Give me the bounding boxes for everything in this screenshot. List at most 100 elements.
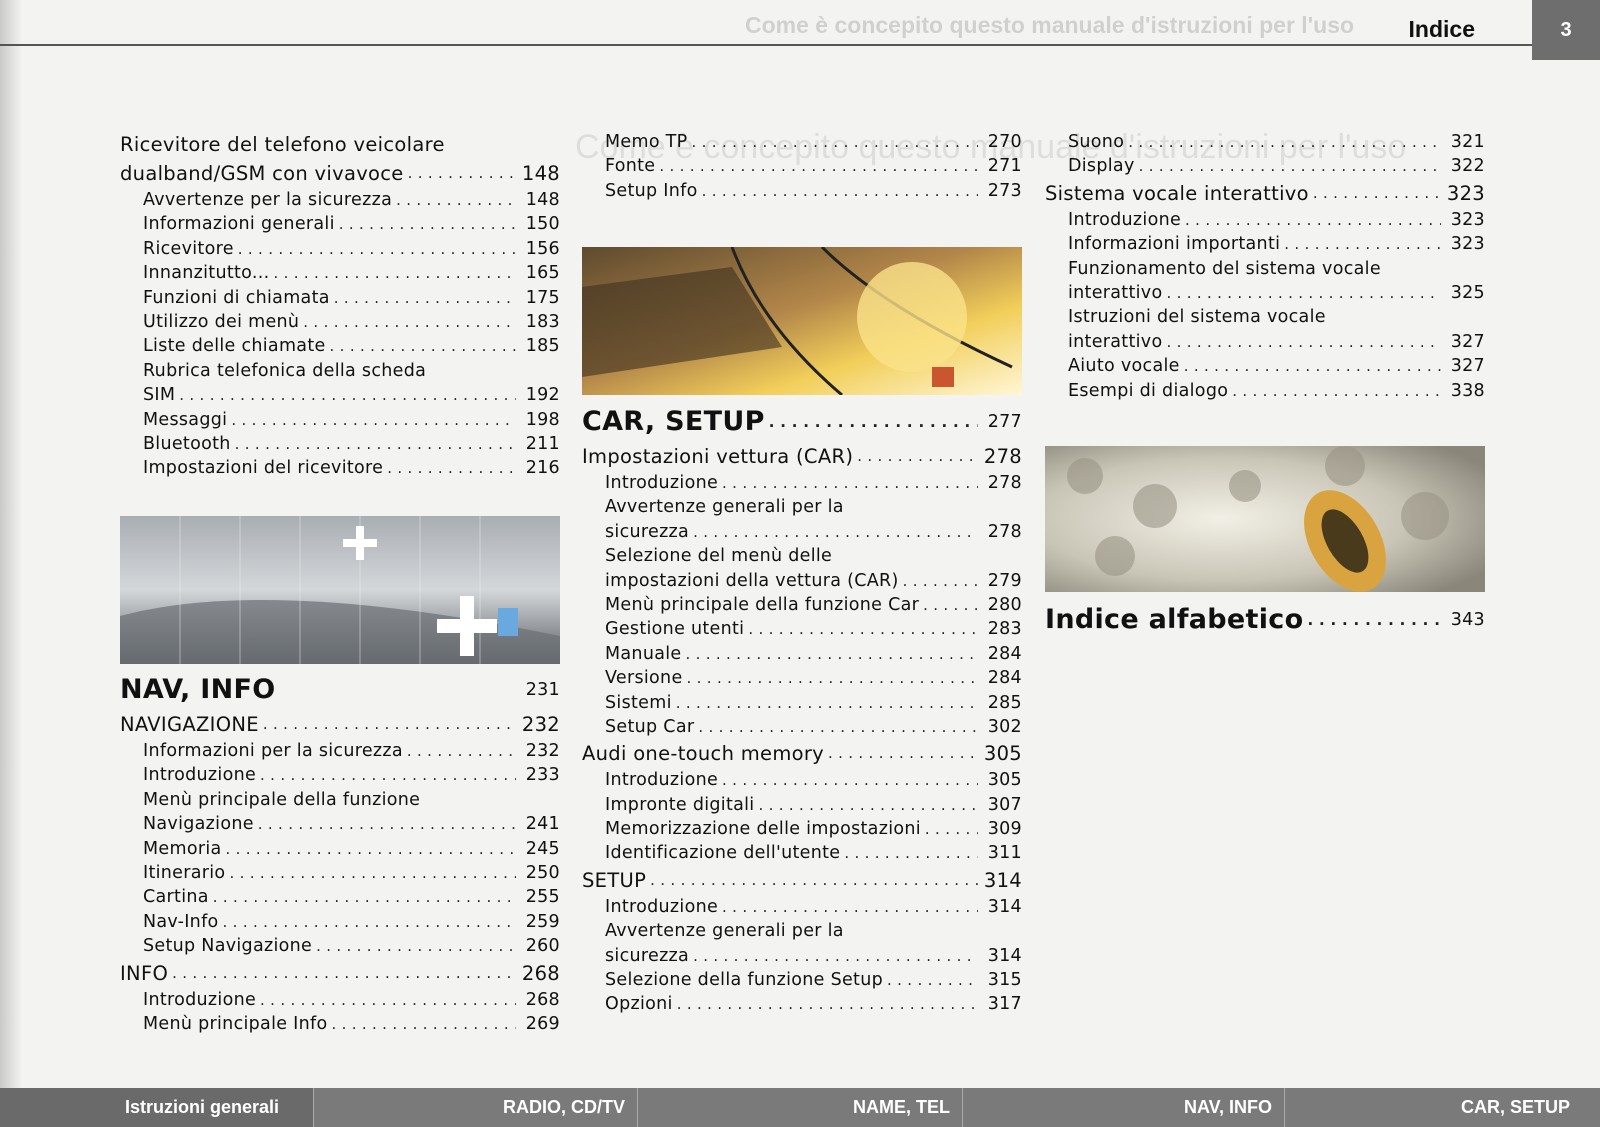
toc-entry[interactable]: Menù principale Info 269 [120, 1012, 560, 1036]
toc-entry[interactable]: Liste delle chiamate 185 [120, 334, 560, 358]
toc-entry[interactable]: Informazioni generali 150 [120, 212, 560, 236]
toc-entry[interactable]: Memorizzazione delle impostazioni 309 [582, 817, 1022, 841]
toc-entry[interactable]: Informazioni importanti 323 [1045, 232, 1485, 256]
tab-istruzioni-generali[interactable]: Istruzioni generali [0, 1088, 314, 1127]
toc-entry[interactable]: INFO 268 [120, 959, 560, 988]
tab-car-setup[interactable]: CAR, SETUP [1285, 1088, 1600, 1127]
toc-entry[interactable]: Setup Navigazione 260 [120, 934, 560, 958]
toc-entry[interactable]: Selezione della funzione Setup 315 [582, 968, 1022, 992]
toc-entry[interactable]: Introduzione 233 [120, 763, 560, 787]
toc-entry[interactable]: Fonte 271 [582, 154, 1022, 178]
toc-entry[interactable]: Esempi di dialogo 338 [1045, 379, 1485, 403]
toc-entry[interactable]: Introduzione 323 [1045, 208, 1485, 232]
toc-entry[interactable]: Menù principale della funzione [120, 788, 560, 812]
toc-entry[interactable]: NAV, INFO 231 [120, 670, 560, 710]
toc-entry[interactable]: interattivo 325 [1045, 281, 1485, 305]
toc-entry-label: Setup Navigazione [143, 936, 313, 957]
toc-entry[interactable]: Impostazioni vettura (CAR) 278 [582, 442, 1022, 471]
toc-entry[interactable]: Selezione del menù delle [582, 544, 1022, 568]
toc-leader-dots [223, 910, 516, 934]
toc-entry[interactable]: Introduzione 278 [582, 471, 1022, 495]
toc-entry[interactable]: Ricevitore del telefono veicolare [120, 130, 560, 159]
tab-radio-cd-tv[interactable]: RADIO, CD/TV [314, 1088, 638, 1127]
toc-entry[interactable]: sicurezza 278 [582, 520, 1022, 544]
toc-leader-dots [231, 408, 516, 432]
toc-entry[interactable]: Itinerario 250 [120, 861, 560, 885]
toc-entry[interactable]: Opzioni 317 [582, 992, 1022, 1016]
toc-entry[interactable]: sicurezza 314 [582, 944, 1022, 968]
tab-nav-info[interactable]: NAV, INFO [963, 1088, 1285, 1127]
tab-label: RADIO, CD/TV [502, 1097, 625, 1117]
tab-name-tel[interactable]: NAME, TEL [638, 1088, 963, 1127]
toc-entry-page: 314 [983, 868, 1022, 892]
toc-entry[interactable]: Messaggi 198 [120, 408, 560, 432]
toc-entry[interactable]: Sistema vocale interattivo 323 [1045, 179, 1485, 208]
toc-entry[interactable]: Funzionamento del sistema vocale [1045, 257, 1485, 281]
toc-entry[interactable]: Ricevitore 156 [120, 237, 560, 261]
toc-leader-dots [213, 885, 516, 909]
toc-entry[interactable]: dualband/GSM con vivavoce 148 [120, 159, 560, 188]
toc-entry-page: 268 [521, 961, 560, 985]
toc-entry[interactable]: Audi one-touch memory 305 [582, 739, 1022, 768]
toc-entry[interactable]: Funzioni di chiamata 175 [120, 286, 560, 310]
toc-leader-dots [235, 432, 516, 456]
toc-entry-page: 327 [1450, 356, 1485, 377]
toc-entry[interactable]: Avvertenze per la sicurezza 148 [120, 188, 560, 212]
toc-entry[interactable]: Display 322 [1045, 154, 1485, 178]
toc-entry[interactable]: Gestione utenti 283 [582, 617, 1022, 641]
toc-entry-label: Impostazioni del ricevitore [143, 458, 384, 479]
toc-entry-label: Messaggi [143, 409, 228, 430]
toc-entry[interactable]: Setup Info 273 [582, 179, 1022, 203]
toc-entry[interactable]: Aiuto vocale 327 [1045, 354, 1485, 378]
toc-entry-page: 311 [987, 843, 1022, 864]
toc-entry[interactable]: Introduzione 305 [582, 768, 1022, 792]
toc-entry-label: Memo TP [605, 131, 688, 152]
toc-entry[interactable]: Sistemi 285 [582, 691, 1022, 715]
toc-entry[interactable]: Navigazione 241 [120, 812, 560, 836]
toc-entry[interactable]: Versione 284 [582, 666, 1022, 690]
toc-entry[interactable]: Introduzione 314 [582, 895, 1022, 919]
toc-entry-label: Identificazione dell'utente [605, 843, 841, 864]
toc-entry[interactable]: Istruzioni del sistema vocale [1045, 305, 1485, 329]
toc-entry[interactable]: Informazioni per la sicurezza 232 [120, 739, 560, 763]
toc-entry-label: Manuale [605, 643, 682, 664]
toc-entry[interactable]: Introduzione 268 [120, 988, 560, 1012]
toc-entry-label: Menù principale della funzione Car [605, 594, 920, 615]
toc-entry-label: Versione [605, 668, 683, 689]
toc-entry[interactable]: Avvertenze generali per la [582, 919, 1022, 943]
toc-entry[interactable]: Cartina 255 [120, 885, 560, 909]
toc-entry[interactable]: Impronte digitali 307 [582, 793, 1022, 817]
toc-entry[interactable]: Suono 321 [1045, 130, 1485, 154]
toc-entry-page: 314 [987, 896, 1022, 917]
toc-entry[interactable]: Memoria 245 [120, 837, 560, 861]
toc-entry[interactable]: NAVIGAZIONE 232 [120, 710, 560, 739]
toc-entry[interactable]: Indice alfabetico 343 [1045, 600, 1485, 640]
toc-entry[interactable]: Impostazioni del ricevitore 216 [120, 456, 560, 480]
toc-entry[interactable]: impostazioni della vettura (CAR) 279 [582, 569, 1022, 593]
toc-entry-page: 198 [525, 409, 560, 430]
toc-entry-page: 271 [987, 156, 1022, 177]
toc-entry[interactable]: Manuale 284 [582, 642, 1022, 666]
toc-entry[interactable]: Bluetooth 211 [120, 432, 560, 456]
toc-entry-page: 278 [987, 521, 1022, 542]
toc-entry[interactable]: SIM 192 [120, 383, 560, 407]
toc-leader-dots [903, 569, 978, 593]
toc-entry[interactable]: SETUP 314 [582, 866, 1022, 895]
toc-entry[interactable]: interattivo 327 [1045, 330, 1485, 354]
toc-entry[interactable]: Nav-Info 259 [120, 910, 560, 934]
toc-entry[interactable]: Memo TP 270 [582, 130, 1022, 154]
toc-entry-page: 231 [525, 680, 560, 700]
toc-entry[interactable]: Utilizzo dei menù 183 [120, 310, 560, 334]
toc-leader-dots [330, 334, 516, 358]
toc-entry[interactable]: Menù principale della funzione Car 280 [582, 593, 1022, 617]
toc-entry[interactable]: Rubrica telefonica della scheda [120, 359, 560, 383]
toc-entry[interactable]: Avvertenze generali per la [582, 495, 1022, 519]
toc-entry[interactable]: CAR, SETUP 277 [582, 402, 1022, 442]
toc-entry-label: Sistema vocale interattivo [1045, 181, 1309, 205]
toc-entry-label: Avvertenze generali per la [605, 497, 844, 518]
toc-leader-dots [702, 179, 978, 203]
toc-entry[interactable]: Innanzitutto... 165 [120, 261, 560, 285]
toc-entry-label: Introduzione [143, 989, 257, 1010]
toc-entry[interactable]: Setup Car 302 [582, 715, 1022, 739]
toc-entry[interactable]: Identificazione dell'utente 311 [582, 841, 1022, 865]
